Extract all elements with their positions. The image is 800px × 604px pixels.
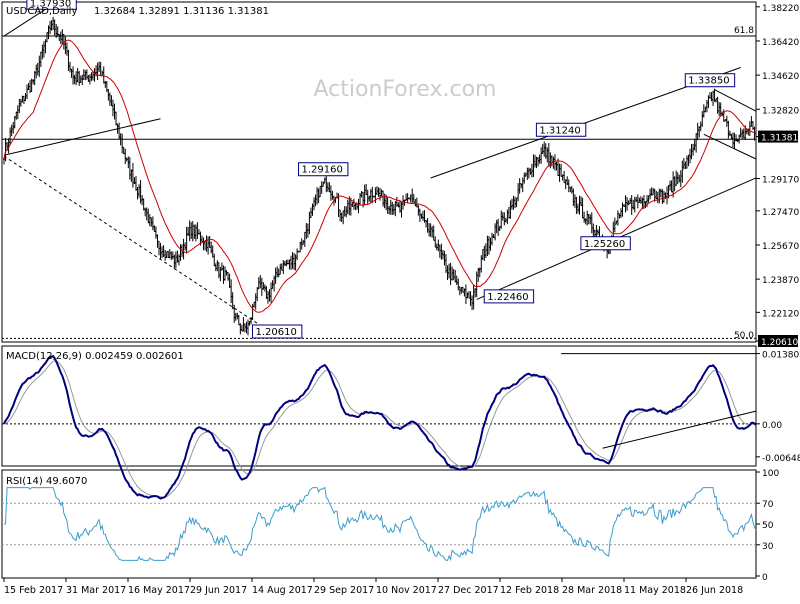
- rsi-tick-label: 30: [762, 542, 774, 552]
- date-tick-label: 16 May 2017: [128, 585, 190, 596]
- price-marker-label: 1.20610: [761, 338, 798, 348]
- price-tick-label: 1.38220: [762, 4, 799, 14]
- date-tick-label: 29 Jun 2017: [190, 585, 247, 596]
- price-tick-label: 1.32820: [762, 106, 799, 116]
- date-tick-label: 10 Nov 2017: [376, 585, 437, 596]
- annotation-label: 1.22460: [487, 292, 528, 303]
- price-tick-label: 1.29170: [762, 176, 799, 186]
- macd-tick-label: 0.00: [762, 421, 782, 431]
- annotation-label: 1.25260: [584, 239, 625, 250]
- price-tick-label: 1.23870: [762, 276, 799, 286]
- fib-label: 61.8: [734, 26, 754, 36]
- price-tick-label: 1.25670: [762, 242, 799, 252]
- price-annotation: 1.25260: [580, 236, 631, 251]
- date-tick-label: 14 Aug 2017: [252, 585, 313, 596]
- macd-title: MACD(12,26,9) 0.002459 0.002601: [6, 351, 184, 362]
- forex-chart: ActionForex.com 61.850.01.379301.291601.…: [1, 0, 800, 596]
- price-annotation: 1.29160: [298, 162, 349, 177]
- main-pane-frame: [1, 1, 757, 343]
- main-title: USDCAD,Daily: [6, 6, 77, 17]
- price-tick-label: 1.36420: [762, 38, 799, 48]
- rsi-tick-label: 50: [762, 521, 774, 531]
- macd-tick-label: -0.006486: [762, 454, 800, 464]
- annotation-label: 1.31240: [539, 125, 580, 136]
- rsi-tick-label: 70: [762, 500, 774, 510]
- price-annotation: 1.22460: [483, 289, 535, 304]
- annotation-label: 1.33850: [688, 76, 729, 87]
- price-tick-label: 1.34620: [762, 72, 799, 82]
- price-marker-label: 1.31381: [761, 134, 798, 144]
- annotation-label: 1.29160: [302, 165, 343, 176]
- date-tick-label: 31 Mar 2017: [66, 585, 126, 596]
- chart-stage: ActionForex.com 61.8 50.0 1.37930 1.29160 1.…: [0, 0, 800, 600]
- date-tick-label: 11 May 2018: [624, 585, 686, 596]
- main-header: USDCAD,Daily 1.32684 1.32891 1.31136 1.3…: [6, 6, 269, 17]
- macd-tick-label: 0.013802: [762, 351, 800, 361]
- date-tick-label: 28 Mar 2018: [562, 585, 622, 596]
- price-annotation: 1.31240: [535, 122, 587, 137]
- annotation-label: 1.20610: [255, 327, 296, 338]
- watermark: ActionForex.com: [314, 77, 497, 102]
- price-annotation: 1.20610: [251, 324, 303, 339]
- date-tick-label: 27 Dec 2017: [438, 585, 499, 596]
- price-annotation: 1.33850: [684, 73, 736, 88]
- ohlc-readout: 1.32684 1.32891 1.31136 1.31381: [94, 6, 269, 17]
- date-tick-label: 26 Jun 2018: [686, 585, 743, 596]
- rsi-title: RSI(14) 49.6070: [6, 476, 87, 487]
- macd-pane-frame: [1, 345, 757, 467]
- fib-label: 50.0: [734, 331, 754, 341]
- date-tick-label: 15 Feb 2017: [4, 585, 63, 596]
- rsi-tick-label: 0: [762, 573, 768, 583]
- date-tick-label: 29 Sep 2017: [314, 585, 374, 596]
- rsi-tick-label: 100: [762, 469, 779, 479]
- rsi-pane-frame: [1, 469, 757, 579]
- price-tick-label: 1.27470: [762, 208, 799, 218]
- date-tick-label: 12 Feb 2018: [500, 585, 559, 596]
- price-tick-label: 1.22120: [762, 309, 799, 319]
